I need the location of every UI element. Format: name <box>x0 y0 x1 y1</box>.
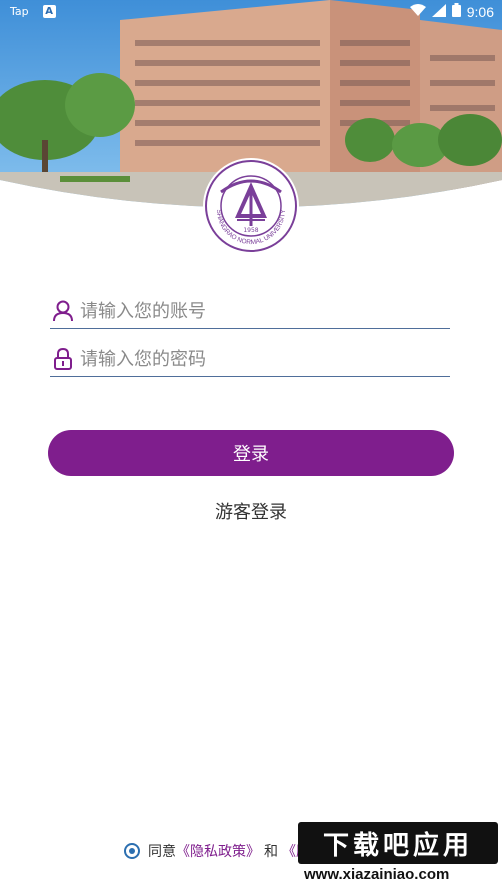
watermark-url: www.xiazainiao.com <box>304 866 450 883</box>
status-bar: Tap A 9:06 <box>0 0 502 26</box>
agree-prefix: 同意 <box>148 844 176 860</box>
login-button[interactable]: 登录 <box>48 430 454 476</box>
app-notification-icon: A <box>42 5 56 18</box>
clock: 9:06 <box>466 3 494 20</box>
agree-conjunction: 和 <box>264 844 278 860</box>
wifi-icon <box>409 3 426 20</box>
university-logo: 1958 SHANGRAO NORMAL UNIVERSITY <box>203 158 299 254</box>
username-field[interactable] <box>50 294 450 329</box>
signal-icon <box>431 3 446 20</box>
carrier-label: Tap <box>10 5 29 18</box>
logo-year: 1958 <box>243 227 258 234</box>
username-input[interactable] <box>80 296 450 326</box>
lock-icon <box>52 348 74 370</box>
password-input[interactable] <box>80 344 450 374</box>
user-icon <box>52 300 74 322</box>
agree-radio[interactable] <box>124 843 140 859</box>
password-field[interactable] <box>50 342 450 377</box>
battery-icon <box>451 3 461 20</box>
site-watermark: 下载吧应用 www.xiazainiao.com <box>298 822 498 888</box>
guest-login-link[interactable]: 游客登录 <box>0 498 502 524</box>
privacy-policy-link[interactable]: 《隐私政策》 <box>176 841 260 861</box>
watermark-title: 下载吧应用 <box>298 822 498 864</box>
